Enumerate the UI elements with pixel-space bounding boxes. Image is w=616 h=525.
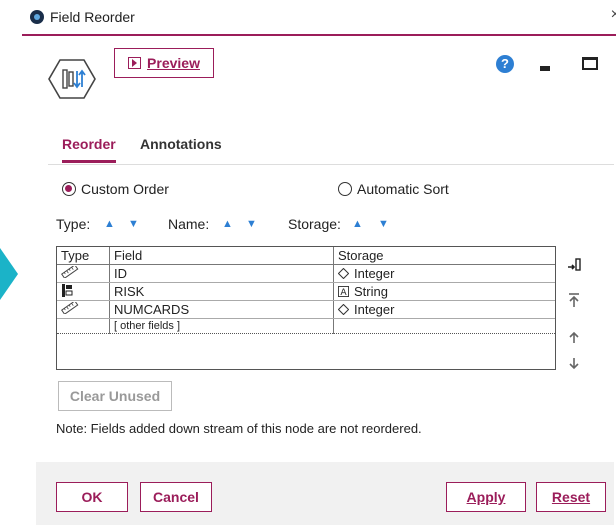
maximize-panel-icon[interactable] [582, 57, 598, 70]
storage-cell: Integer [333, 264, 555, 283]
name-sort-label: Name: [168, 216, 210, 232]
reorder-note: Note: Fields added down stream of this n… [56, 421, 422, 436]
move-up-icon[interactable] [566, 328, 582, 344]
integer-diamond-icon [338, 304, 349, 315]
field-cell: NUMCARDS [109, 300, 334, 319]
preview-button[interactable]: Preview [114, 48, 214, 78]
reset-button[interactable]: Reset [536, 482, 606, 512]
name-sort-ascending-icon[interactable]: ▲ [222, 218, 233, 230]
type-cell [57, 282, 110, 301]
teal-arrow-marker [0, 248, 18, 300]
tab-bar: Reorder Annotations [48, 132, 614, 165]
help-icon[interactable]: ? [496, 55, 514, 73]
table-row[interactable]: RISK A String [57, 282, 555, 301]
apply-button[interactable]: Apply [446, 482, 526, 512]
window-title: Field Reorder [50, 9, 135, 25]
tab-annotations[interactable]: Annotations [140, 136, 222, 152]
table-row[interactable]: ID Integer [57, 264, 555, 283]
storage-cell: Integer [333, 300, 555, 319]
continuous-ruler-icon [61, 300, 79, 315]
clear-unused-button[interactable]: Clear Unused [58, 381, 172, 411]
field-cell: RISK [109, 282, 334, 301]
dialog-footer: OK Cancel Apply Reset [36, 462, 614, 525]
custom-order-radio[interactable]: Custom Order [62, 181, 169, 197]
move-to-top-icon[interactable] [566, 292, 582, 308]
type-column-header[interactable]: Type [57, 247, 110, 265]
left-margin [0, 0, 22, 525]
tab-reorder[interactable]: Reorder [62, 136, 116, 163]
storage-sort-ascending-icon[interactable]: ▲ [352, 218, 363, 230]
radio-unselected-icon [338, 182, 352, 196]
automatic-sort-radio[interactable]: Automatic Sort [338, 181, 449, 197]
storage-value: String [354, 284, 388, 299]
name-sort-descending-icon[interactable]: ▼ [246, 218, 257, 230]
table-header-row: Type Field Storage [57, 247, 555, 265]
integer-diamond-icon [338, 268, 349, 279]
radio-selected-icon [62, 182, 76, 196]
field-cell: ID [109, 264, 334, 283]
continuous-ruler-icon [61, 264, 79, 279]
storage-column-header[interactable]: Storage [333, 247, 555, 265]
close-icon[interactable]: × [611, 6, 616, 24]
ok-button[interactable]: OK [56, 482, 128, 512]
type-sort-label: Type: [56, 216, 91, 232]
type-cell [57, 264, 110, 283]
app-icon [30, 10, 44, 24]
type-sort-ascending-icon[interactable]: ▲ [104, 218, 115, 230]
storage-value: Integer [354, 266, 395, 281]
preview-label: Preview [147, 55, 200, 71]
storage-cell: A String [333, 282, 555, 301]
play-icon [128, 57, 142, 69]
storage-sort-label: Storage: [288, 216, 341, 232]
custom-order-label: Custom Order [81, 181, 169, 197]
automatic-sort-label: Automatic Sort [357, 181, 449, 197]
minimize-panel-icon[interactable] [540, 66, 550, 71]
storage-sort-descending-icon[interactable]: ▼ [378, 218, 389, 230]
storage-value: Integer [354, 302, 395, 317]
type-cell [57, 300, 110, 319]
move-down-icon[interactable] [566, 356, 582, 372]
field-column-header[interactable]: Field [109, 247, 334, 265]
field-order-table[interactable]: Type Field Storage ID Integer RISK A Str… [56, 246, 556, 370]
field-reorder-dialog: Field Reorder × Preview ? Reorder Annota… [22, 0, 616, 525]
field-reorder-node-icon [48, 59, 96, 99]
type-sort-descending-icon[interactable]: ▼ [128, 218, 139, 230]
other-fields-row[interactable]: [ other fields ] [57, 318, 555, 334]
move-to-bottom-icon[interactable] [566, 256, 582, 272]
other-fields-label: [ other fields ] [109, 318, 334, 334]
svg-text:A: A [340, 287, 347, 297]
flag-icon [62, 283, 73, 297]
cancel-button[interactable]: Cancel [140, 482, 212, 512]
string-a-icon: A [338, 286, 349, 297]
table-row[interactable]: NUMCARDS Integer [57, 300, 555, 319]
title-bar: Field Reorder × [22, 0, 616, 36]
